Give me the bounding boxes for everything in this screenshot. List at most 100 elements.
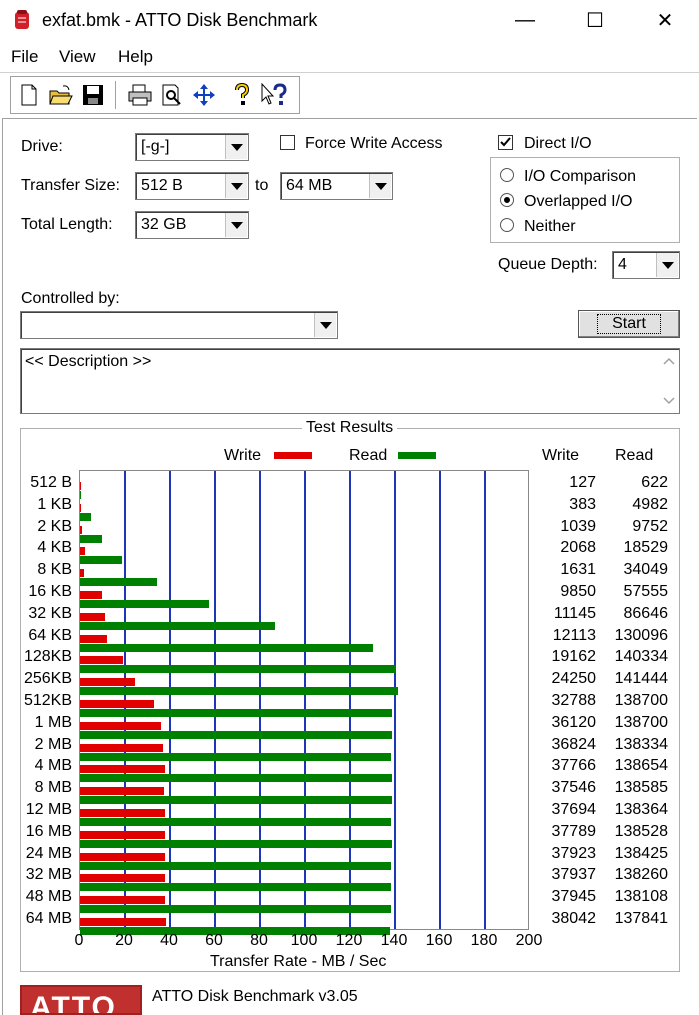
chart-bar-write (80, 678, 135, 687)
chart-category-label: 1 KB (37, 495, 72, 513)
scroll-up-icon (663, 357, 675, 365)
write-value: 37694 (551, 801, 597, 818)
write-value: 11145 (553, 604, 596, 622)
chart-bar-read (80, 534, 102, 543)
read-value: 86646 (623, 604, 669, 622)
chart-gridline (259, 471, 261, 929)
legend-read-label: Read (349, 447, 388, 464)
chart-bar-write (80, 569, 84, 578)
chart-bar-write (80, 503, 81, 512)
write-value: 37546 (551, 779, 597, 797)
start-button[interactable]: Start (578, 310, 680, 338)
controlled-by-label: Controlled by: (21, 290, 120, 307)
description-scrollbar[interactable] (660, 350, 678, 412)
close-icon: ✕ (656, 9, 674, 32)
chart-bar-read (80, 556, 122, 565)
chart-bar-write (80, 721, 162, 730)
read-value: 138585 (614, 779, 668, 797)
transfer-from-value: 512 B (141, 177, 183, 194)
read-value: 34049 (623, 561, 669, 579)
chart-bar-write (80, 765, 165, 774)
neither-radio[interactable] (500, 218, 514, 232)
context-help-button[interactable] (259, 80, 289, 110)
move-button[interactable] (189, 80, 219, 110)
total-length-select[interactable]: 32 GB (135, 211, 249, 239)
chart-category-label: 64 KB (28, 626, 72, 644)
chart-bar-read (80, 643, 373, 652)
test-results-title: Test Results (302, 419, 398, 437)
chart-plot-area (79, 470, 529, 935)
chart-category-label: 64 MB (25, 910, 72, 927)
chart-x-tick-label: 60 (205, 932, 223, 949)
menu-view[interactable]: View (59, 47, 96, 67)
maximize-button[interactable]: ☐ (572, 0, 618, 40)
minimize-button[interactable]: — (502, 0, 548, 40)
menu-file[interactable]: File (11, 47, 38, 67)
chart-category-label: 8 MB (34, 779, 72, 797)
chevron-down-icon (225, 135, 247, 159)
write-value: 37789 (551, 822, 597, 840)
drive-select[interactable]: [-g-] (135, 133, 249, 161)
io-comparison-label: I/O Comparison (524, 168, 637, 185)
chart-category-label: 12 MB (25, 801, 72, 818)
force-write-checkbox[interactable] (280, 135, 295, 150)
scroll-down-icon (663, 397, 675, 405)
chart-bar-write (80, 700, 154, 708)
chart-x-tick-label: 160 (425, 932, 453, 949)
chart-x-tick-label: 200 (515, 932, 543, 949)
open-button[interactable] (46, 80, 76, 110)
chart-bar-read (80, 491, 82, 499)
to-label: to (255, 177, 269, 194)
overlapped-io-radio[interactable] (500, 193, 514, 207)
write-value: 37945 (551, 888, 597, 906)
chart-bar-read (80, 752, 392, 761)
chart-category-label: 32 KB (28, 604, 72, 622)
direct-io-checkbox[interactable] (498, 135, 513, 150)
chart-bar-read (80, 578, 157, 587)
write-value: 9850 (560, 583, 596, 600)
transfer-size-to-select[interactable]: 64 MB (280, 172, 393, 200)
chart-bar-write (80, 612, 106, 621)
chart-bar-read (80, 512, 92, 521)
chart-bar-write (80, 634, 108, 643)
write-value: 37923 (551, 844, 597, 862)
write-value: 383 (569, 495, 596, 513)
write-value: 19162 (551, 648, 597, 666)
chart-gridline (439, 471, 441, 929)
window-title: exfat.bmk - ATTO Disk Benchmark (42, 10, 318, 30)
start-label: Start (597, 314, 661, 334)
chart-bar-write (80, 896, 166, 905)
menu-bar (0, 42, 699, 72)
print-icon (128, 84, 152, 106)
chart-bar-read (80, 600, 210, 608)
menu-help[interactable]: Help (118, 47, 153, 67)
print-preview-button[interactable] (157, 80, 187, 110)
menu-divider (0, 72, 699, 73)
move-icon (193, 84, 215, 106)
write-value: 2068 (560, 539, 596, 557)
overlapped-io-label: Overlapped I/O (524, 193, 633, 210)
legend-read-swatch (398, 452, 436, 459)
read-value: 141444 (614, 670, 668, 688)
io-comparison-radio[interactable] (500, 168, 514, 182)
queue-depth-select[interactable]: 4 (612, 251, 680, 279)
description-box[interactable]: << Description >> (20, 348, 680, 414)
write-value: 1039 (560, 517, 596, 535)
close-button[interactable]: ✕ (642, 0, 688, 40)
chart-gridline (304, 471, 306, 929)
save-button[interactable] (78, 80, 108, 110)
read-value: 137841 (614, 910, 668, 927)
help-button[interactable] (227, 80, 257, 110)
read-value: 138425 (614, 844, 668, 862)
chart-category-label: 48 MB (25, 888, 72, 906)
controlled-by-select[interactable] (20, 311, 338, 339)
write-value: 38042 (551, 910, 597, 927)
chart-category-label: 2 MB (34, 735, 72, 753)
transfer-size-from-select[interactable]: 512 B (135, 172, 249, 200)
new-button[interactable] (14, 80, 44, 110)
read-value: 140334 (614, 648, 668, 666)
chart-bar-read (80, 687, 399, 696)
chart-bar-write (80, 656, 124, 665)
context-help-icon (261, 83, 287, 105)
print-button[interactable] (125, 80, 155, 110)
